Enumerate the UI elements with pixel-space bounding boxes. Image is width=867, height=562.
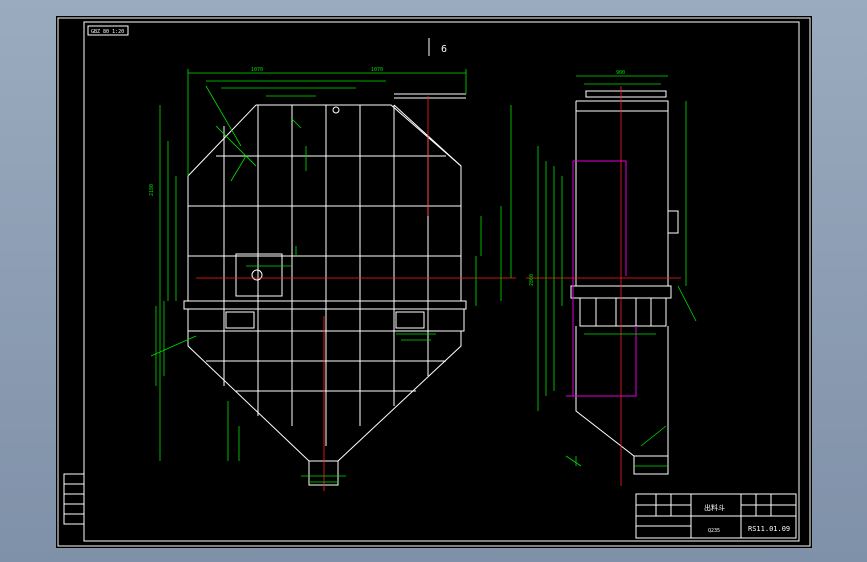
front-view: 1070 1070 2180 xyxy=(149,67,516,491)
front-belt xyxy=(183,300,467,310)
front-left-top xyxy=(187,104,257,301)
side-outlet xyxy=(633,455,669,475)
dim-side-width-text: 900 xyxy=(616,70,625,76)
dim-top-right: 1070 xyxy=(371,67,383,73)
side-stiffeners xyxy=(579,297,667,327)
access-door xyxy=(235,253,283,297)
title-drawing-number: RS11.01.09 xyxy=(748,525,790,533)
side-view: 900 2860 xyxy=(526,70,697,486)
front-outlet xyxy=(308,460,339,486)
inner-border xyxy=(83,21,800,542)
revision-table xyxy=(63,473,85,525)
side-top-flange xyxy=(585,90,667,98)
cad-drawing: GBZ 80 1:20 6 1070 1070 2180 900 2860 出料… xyxy=(57,17,811,547)
title-material: Q235 xyxy=(708,528,720,534)
dim-side-height-text: 2860 xyxy=(529,274,535,286)
front-right-top xyxy=(256,104,462,301)
title-block: 出料斗 Q235 RS11.01.09 xyxy=(635,493,797,539)
side-body xyxy=(575,100,669,287)
door-hole xyxy=(251,269,263,281)
front-hopper xyxy=(187,331,462,462)
hidden-line-upper xyxy=(573,160,627,276)
side-hopper xyxy=(575,326,669,457)
tag-text: GBZ 80 1:20 xyxy=(91,29,124,35)
title-part-name: 出料斗 xyxy=(704,503,725,512)
dim-height-main: 2180 xyxy=(149,184,155,196)
dim-top-left: 1070 xyxy=(251,67,263,73)
cad-drawing-viewport[interactable]: GBZ 80 1:20 6 1070 1070 2180 900 2860 出料… xyxy=(56,16,812,548)
view-marker: 6 xyxy=(441,44,447,55)
outer-border xyxy=(57,17,811,547)
